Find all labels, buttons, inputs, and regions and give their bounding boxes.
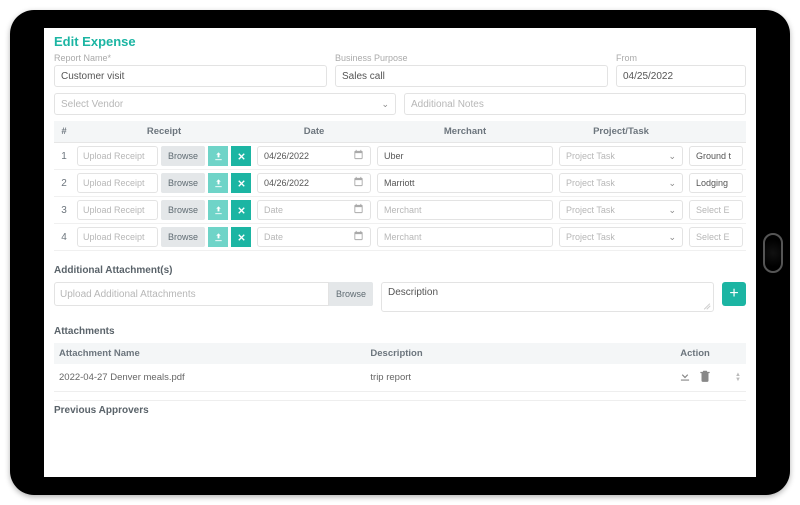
- chevron-down-icon: ⌄: [668, 205, 676, 216]
- chevron-down-icon: ⌄: [668, 232, 676, 243]
- merchant-input[interactable]: Marriott: [377, 173, 553, 193]
- merchant-input[interactable]: Merchant: [377, 200, 553, 220]
- chevron-down-icon: ⌄: [668, 178, 676, 189]
- tablet-home-button[interactable]: [763, 233, 783, 273]
- business-purpose-input[interactable]: Sales call: [335, 65, 608, 87]
- business-purpose-label: Business Purpose: [335, 53, 608, 63]
- project-task-select[interactable]: Project Task⌄: [559, 146, 683, 166]
- upload-icon[interactable]: [208, 227, 228, 247]
- receipt-browse-button[interactable]: Browse: [161, 200, 205, 220]
- project-task-select[interactable]: Project Task⌄: [559, 200, 683, 220]
- col-header-date: Date: [254, 121, 374, 143]
- remove-receipt-button[interactable]: [231, 227, 251, 247]
- download-attachment-button[interactable]: [678, 369, 692, 386]
- expense-type-select[interactable]: Select E: [689, 227, 743, 247]
- row-number: 1: [54, 143, 74, 170]
- page-title: Edit Expense: [54, 34, 746, 49]
- table-row: 2Upload ReceiptBrowse 04/26/2022 Marriott P…: [54, 170, 746, 197]
- previous-approvers-heading: Previous Approvers: [54, 400, 746, 416]
- receipt-upload-input[interactable]: Upload Receipt: [77, 227, 158, 247]
- date-input[interactable]: Date: [257, 227, 371, 247]
- receipt-browse-button[interactable]: Browse: [161, 146, 205, 166]
- project-task-select[interactable]: Project Task⌄: [559, 173, 683, 193]
- tablet-frame: Edit Expense Report Name* Customer visit…: [10, 10, 790, 495]
- col-header-attachment-name: Attachment Name: [54, 343, 365, 364]
- expense-type-select[interactable]: Ground t: [689, 146, 743, 166]
- chevron-down-icon: ⌄: [381, 99, 389, 110]
- col-header-num: #: [54, 121, 74, 143]
- expense-lines-table: # Receipt Date Merchant Project/Task 1Up…: [54, 121, 746, 251]
- date-input[interactable]: Date: [257, 200, 371, 220]
- upload-icon[interactable]: [208, 146, 228, 166]
- receipt-upload-input[interactable]: Upload Receipt: [77, 200, 158, 220]
- merchant-input[interactable]: Merchant: [377, 227, 553, 247]
- col-header-project: Project/Task: [556, 121, 686, 143]
- vendor-select[interactable]: Select Vendor⌄: [54, 93, 396, 115]
- upload-icon[interactable]: [208, 200, 228, 220]
- report-name-label: Report Name*: [54, 53, 327, 63]
- row-number: 3: [54, 197, 74, 224]
- col-header-attachment-action: Action: [660, 343, 730, 364]
- row-number: 4: [54, 224, 74, 251]
- from-date-input[interactable]: 04/25/2022: [616, 65, 746, 87]
- sort-handle-icon[interactable]: ▲▼: [735, 373, 741, 383]
- table-row: 3Upload ReceiptBrowse Date Merchant Project…: [54, 197, 746, 224]
- delete-attachment-button[interactable]: [698, 369, 712, 386]
- attachment-description-input[interactable]: Description: [381, 282, 714, 312]
- receipt-upload-input[interactable]: Upload Receipt: [77, 173, 158, 193]
- additional-attachment-upload[interactable]: Upload Additional Attachments: [54, 282, 329, 306]
- from-label: From: [616, 53, 746, 63]
- resize-handle-icon: [703, 301, 711, 309]
- project-task-select[interactable]: Project Task⌄: [559, 227, 683, 247]
- receipt-browse-button[interactable]: Browse: [161, 173, 205, 193]
- expense-type-select[interactable]: Lodging: [689, 173, 743, 193]
- upload-icon[interactable]: [208, 173, 228, 193]
- date-input[interactable]: 04/26/2022: [257, 146, 371, 166]
- remove-receipt-button[interactable]: [231, 173, 251, 193]
- col-header-attachment-desc: Description: [365, 343, 660, 364]
- additional-attachment-browse-button[interactable]: Browse: [329, 282, 373, 306]
- attachment-description: trip report: [365, 364, 660, 392]
- col-header-receipt: Receipt: [74, 121, 254, 143]
- remove-receipt-button[interactable]: [231, 146, 251, 166]
- report-name-input[interactable]: Customer visit: [54, 65, 327, 87]
- table-row: 2022-04-27 Denver meals.pdftrip report ▲▼: [54, 364, 746, 392]
- attachments-heading: Attachments: [54, 326, 746, 337]
- col-header-merchant: Merchant: [374, 121, 556, 143]
- merchant-input[interactable]: Uber: [377, 146, 553, 166]
- row-number: 2: [54, 170, 74, 197]
- chevron-down-icon: ⌄: [668, 151, 676, 162]
- receipt-browse-button[interactable]: Browse: [161, 227, 205, 247]
- table-row: 1Upload ReceiptBrowse 04/26/2022 Uber Proje…: [54, 143, 746, 170]
- expense-type-select[interactable]: Select E: [689, 200, 743, 220]
- remove-receipt-button[interactable]: [231, 200, 251, 220]
- app-screen: Edit Expense Report Name* Customer visit…: [44, 28, 756, 477]
- attachments-table: Attachment Name Description Action 2022-…: [54, 343, 746, 392]
- add-attachment-button[interactable]: +: [722, 282, 746, 306]
- attachment-name: 2022-04-27 Denver meals.pdf: [54, 364, 365, 392]
- additional-notes-input[interactable]: Additional Notes: [404, 93, 746, 115]
- date-input[interactable]: 04/26/2022: [257, 173, 371, 193]
- additional-attachments-heading: Additional Attachment(s): [54, 265, 746, 276]
- table-row: 4Upload ReceiptBrowse Date Merchant Project…: [54, 224, 746, 251]
- receipt-upload-input[interactable]: Upload Receipt: [77, 146, 158, 166]
